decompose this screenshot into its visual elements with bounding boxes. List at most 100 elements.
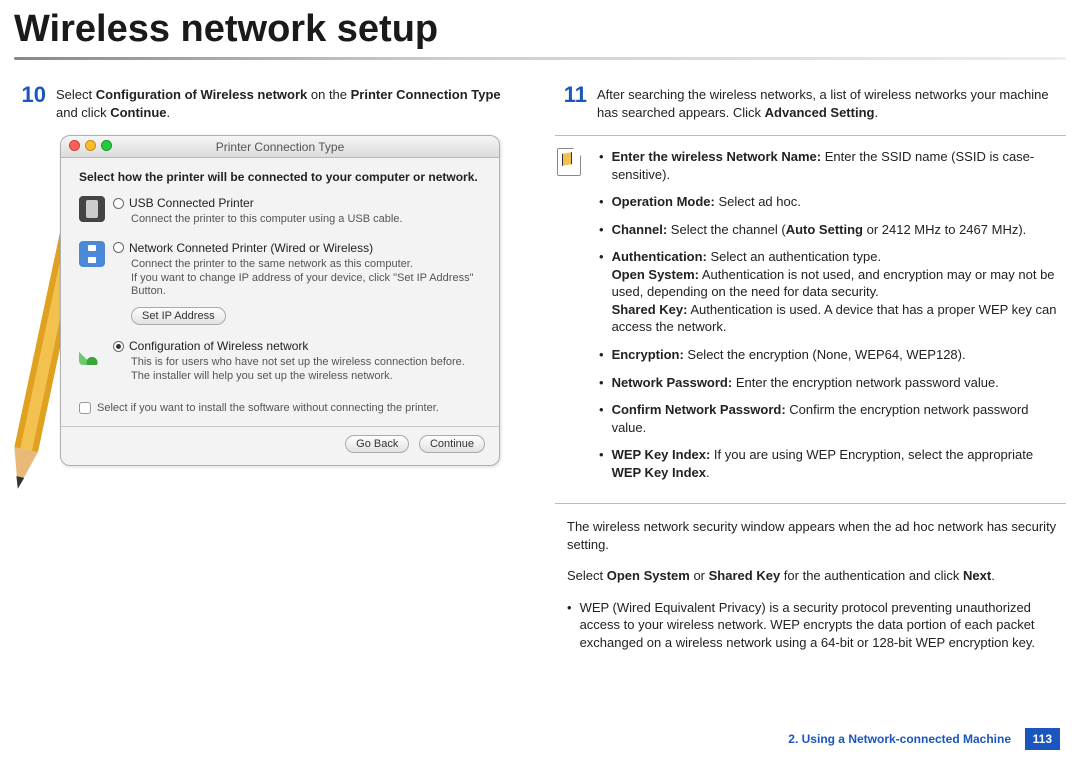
option-usb-desc: Connect the printer to this computer usi… <box>131 213 481 227</box>
usb-icon <box>79 196 105 222</box>
footer-page-number: 113 <box>1025 728 1060 750</box>
t: Network Conneted Printer (Wired or Wirel… <box>129 241 373 255</box>
t: Select an authentication type. <box>707 249 881 264</box>
t: Enter the encryption network password va… <box>732 375 999 390</box>
t: . <box>167 105 171 120</box>
t: Open System <box>607 568 690 583</box>
zoom-icon[interactable] <box>101 140 112 151</box>
t: Printer Connection Type <box>351 87 501 102</box>
callout-item: Confirm Network Password: Confirm the en… <box>599 401 1066 436</box>
right-column: 11 After searching the wireless networks… <box>555 82 1066 658</box>
option-usb-body: USB Connected Printer Connect the printe… <box>113 196 481 235</box>
t: Encryption: <box>612 347 684 362</box>
page-footer: 2. Using a Network-connected Machine 113 <box>0 728 1080 768</box>
option-network-desc: Connect the printer to the same network … <box>131 258 481 299</box>
step-10-text: Select Configuration of Wireless network… <box>56 82 525 121</box>
dialog-body: Select how the printer will be connected… <box>61 158 499 426</box>
t: If you are using WEP Encryption, select … <box>710 447 1033 462</box>
t: Select <box>56 87 96 102</box>
minimize-icon[interactable] <box>85 140 96 151</box>
wep-bullet-list: WEP (Wired Equivalent Privacy) is a secu… <box>555 599 1066 652</box>
note-icon <box>557 148 581 176</box>
content-columns: 10 Select Configuration of Wireless netw… <box>0 82 1080 658</box>
t: Select the encryption (None, WEP64, WEP1… <box>684 347 966 362</box>
checkbox-icon[interactable] <box>79 402 91 414</box>
t: Continue <box>110 105 166 120</box>
t: Next <box>963 568 991 583</box>
radio-wireless[interactable] <box>113 341 124 352</box>
wifi-icon <box>79 339 105 365</box>
t: or 2412 MHz to 2467 MHz). <box>863 222 1026 237</box>
radio-usb[interactable] <box>113 198 124 209</box>
t: Authentication: <box>612 249 707 264</box>
t: Confirm Network Password: <box>612 402 786 417</box>
t: or <box>690 568 709 583</box>
left-column: 10 Select Configuration of Wireless netw… <box>14 82 525 658</box>
window-controls[interactable] <box>69 140 112 151</box>
title-rule <box>14 57 1066 60</box>
t: . <box>874 105 878 120</box>
dialog-heading: Select how the printer will be connected… <box>79 170 481 184</box>
t: . <box>706 465 710 480</box>
close-icon[interactable] <box>69 140 80 151</box>
dialog-titlebar: Printer Connection Type <box>61 136 499 158</box>
callout-item: Network Password: Enter the encryption n… <box>599 374 1066 392</box>
callout-item: Operation Mode: Select ad hoc. <box>599 193 1066 211</box>
t: Shared Key: <box>612 302 688 317</box>
callout-item: Authentication: Select an authentication… <box>599 248 1066 336</box>
dialog-printer-connection-type: Printer Connection Type Select how the p… <box>60 135 500 466</box>
t: and click <box>56 105 110 120</box>
callout-item: Encryption: Select the encryption (None,… <box>599 346 1066 364</box>
callout-item: Channel: Select the channel (Auto Settin… <box>599 221 1066 239</box>
t: Shared Key <box>709 568 781 583</box>
t: Select ad hoc. <box>715 194 801 209</box>
dialog-title: Printer Connection Type <box>216 140 345 154</box>
t: Configuration of Wireless network <box>96 87 308 102</box>
option-usb-label[interactable]: USB Connected Printer <box>113 196 481 210</box>
t: Advanced Setting <box>765 105 875 120</box>
t: Auto Setting <box>786 222 863 237</box>
t: Select the channel ( <box>667 222 786 237</box>
t: on the <box>307 87 350 102</box>
t: Configuration of Wireless network <box>129 339 308 353</box>
checkbox-install-without[interactable]: Select if you want to install the softwa… <box>79 402 481 414</box>
option-network-body: Network Conneted Printer (Wired or Wirel… <box>113 241 481 333</box>
option-network[interactable]: Network Conneted Printer (Wired or Wirel… <box>79 241 481 333</box>
t: Channel: <box>612 222 668 237</box>
step-10-number: 10 <box>14 82 46 108</box>
t: WEP Key Index <box>612 465 706 480</box>
paragraph-security: The wireless network security window app… <box>567 518 1066 553</box>
option-usb[interactable]: USB Connected Printer Connect the printe… <box>79 196 481 235</box>
t: . <box>991 568 995 583</box>
goback-button[interactable]: Go Back <box>345 435 409 453</box>
step-11-text: After searching the wireless networks, a… <box>597 82 1066 121</box>
t: WEP (Wired Equivalent Privacy) is a secu… <box>580 599 1066 652</box>
step-10: 10 Select Configuration of Wireless netw… <box>14 82 525 121</box>
paragraph-select-auth: Select Open System or Shared Key for the… <box>567 567 1066 585</box>
t: WEP Key Index: <box>612 447 711 462</box>
network-icon <box>79 241 105 267</box>
note-callout: Enter the wireless Network Name: Enter t… <box>555 135 1066 504</box>
set-ip-address-button[interactable]: Set IP Address <box>131 307 226 325</box>
option-wireless-label[interactable]: Configuration of Wireless network <box>113 339 481 353</box>
t: for the authentication and click <box>780 568 963 583</box>
callout-list: Enter the wireless Network Name: Enter t… <box>593 148 1066 491</box>
t: Enter the wireless Network Name: <box>612 149 822 164</box>
option-wireless-body: Configuration of Wireless network This i… <box>113 339 481 392</box>
wep-bullet: WEP (Wired Equivalent Privacy) is a secu… <box>567 599 1066 652</box>
page-title: Wireless network setup <box>0 0 1080 57</box>
option-wireless[interactable]: Configuration of Wireless network This i… <box>79 339 481 392</box>
t: Network Password: <box>612 375 733 390</box>
step-11: 11 After searching the wireless networks… <box>555 82 1066 121</box>
t: Open System: <box>612 267 699 282</box>
t: Select <box>567 568 607 583</box>
option-network-label[interactable]: Network Conneted Printer (Wired or Wirel… <box>113 241 481 255</box>
t: Select if you want to install the softwa… <box>97 402 439 414</box>
t: USB Connected Printer <box>129 196 254 210</box>
option-wireless-desc: This is for users who have not set up th… <box>131 356 481 384</box>
footer-chapter: 2. Using a Network-connected Machine <box>788 732 1011 746</box>
t: Operation Mode: <box>612 194 715 209</box>
dialog-footer: Go Back Continue <box>61 426 499 465</box>
radio-network[interactable] <box>113 242 124 253</box>
continue-button[interactable]: Continue <box>419 435 485 453</box>
